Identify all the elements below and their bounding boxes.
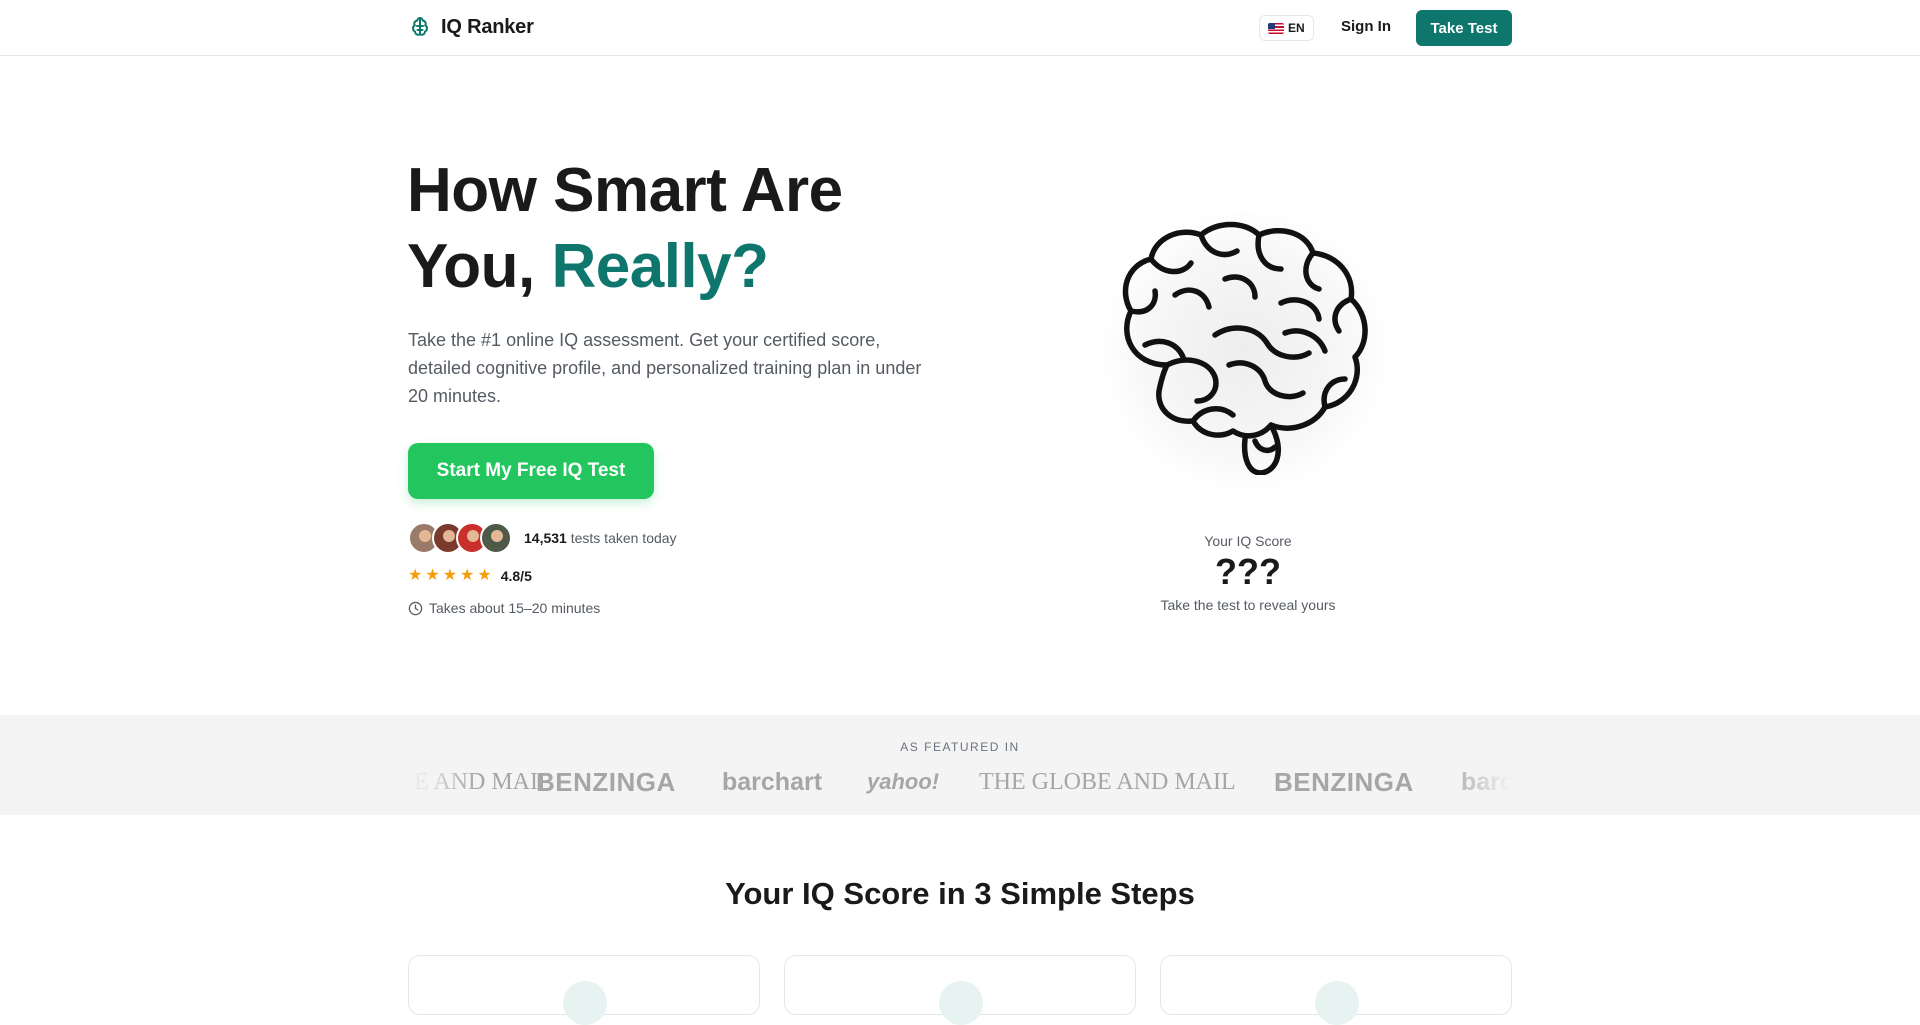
sign-in-link[interactable]: Sign In bbox=[1341, 18, 1391, 35]
rating-value: 4.8/5 bbox=[500, 568, 532, 584]
brain-icon bbox=[1122, 221, 1368, 475]
hero-title-accent: Really? bbox=[551, 232, 769, 301]
star-icon: ★ bbox=[477, 567, 492, 584]
star-icon: ★ bbox=[408, 567, 423, 584]
step-icon bbox=[939, 981, 983, 1025]
hero-title-line1: How Smart Are bbox=[407, 156, 843, 225]
featured-label: AS FEATURED IN bbox=[900, 740, 1020, 754]
step-icon bbox=[1315, 981, 1359, 1025]
duration-note: Takes about 15–20 minutes bbox=[408, 600, 600, 616]
iq-score-hint: Take the test to reveal yours bbox=[1160, 597, 1336, 613]
hero-title: How Smart Are You, Really? bbox=[407, 153, 843, 305]
fade-right bbox=[1442, 761, 1512, 805]
tests-suffix: tests taken today bbox=[566, 530, 677, 546]
step-card bbox=[1160, 955, 1512, 1025]
press-logo-benzinga: BENZINGA bbox=[536, 767, 676, 797]
brand-name: IQ Ranker bbox=[441, 15, 534, 38]
iq-score-value: ??? bbox=[1215, 551, 1281, 592]
start-free-test-button[interactable]: Start My Free IQ Test bbox=[408, 443, 654, 499]
brain-icon bbox=[412, 17, 428, 36]
language-code: EN bbox=[1288, 21, 1305, 35]
press-logo-yahoo: yahoo! bbox=[867, 769, 940, 794]
star-icon: ★ bbox=[442, 567, 458, 584]
social-proof: 14,531 tests taken today bbox=[408, 522, 677, 554]
iq-score-label: Your IQ Score bbox=[1204, 533, 1292, 549]
brain-illustration bbox=[1070, 200, 1420, 500]
top-navbar: IQ Ranker EN Sign In Take Test bbox=[0, 0, 1920, 56]
featured-in-strip: AS FEATURED IN THE GLOBE AND MAIL BENZIN… bbox=[0, 715, 1920, 815]
step-icon bbox=[563, 981, 607, 1025]
tests-count: 14,531 bbox=[524, 530, 567, 546]
hero-subtitle: Take the #1 online IQ assessment. Get yo… bbox=[408, 330, 922, 406]
step-card bbox=[408, 955, 760, 1025]
take-test-button[interactable]: Take Test bbox=[1416, 10, 1512, 46]
hero-title-line2: You, bbox=[407, 232, 552, 301]
language-selector[interactable]: EN bbox=[1259, 15, 1314, 41]
step-card bbox=[784, 955, 1136, 1025]
duration-text: Takes about 15–20 minutes bbox=[429, 600, 601, 616]
star-icon: ★ bbox=[460, 567, 475, 584]
clock-icon bbox=[408, 601, 423, 615]
steps-section-title: Your IQ Score in 3 Simple Steps bbox=[725, 876, 1195, 911]
avatar-group bbox=[408, 522, 512, 554]
flag-us-icon bbox=[1268, 22, 1284, 34]
star-icon: ★ bbox=[425, 567, 440, 584]
press-logo-benzinga: BENZINGA bbox=[1274, 767, 1414, 797]
press-logo-globe-and-mail: THE GLOBE AND MAIL bbox=[979, 769, 1236, 795]
avatar bbox=[480, 522, 512, 554]
press-logos-carousel: THE GLOBE AND MAIL BENZINGA barchart yah… bbox=[408, 761, 1512, 805]
brand-logo[interactable]: IQ Ranker bbox=[408, 15, 534, 39]
press-logo-barchart: barchart bbox=[722, 768, 823, 796]
fade-left bbox=[408, 761, 478, 805]
rating: ★ ★ ★ ★ ★ 4.8/5 bbox=[408, 567, 532, 585]
tests-taken-text: 14,531 tests taken today bbox=[524, 530, 677, 546]
